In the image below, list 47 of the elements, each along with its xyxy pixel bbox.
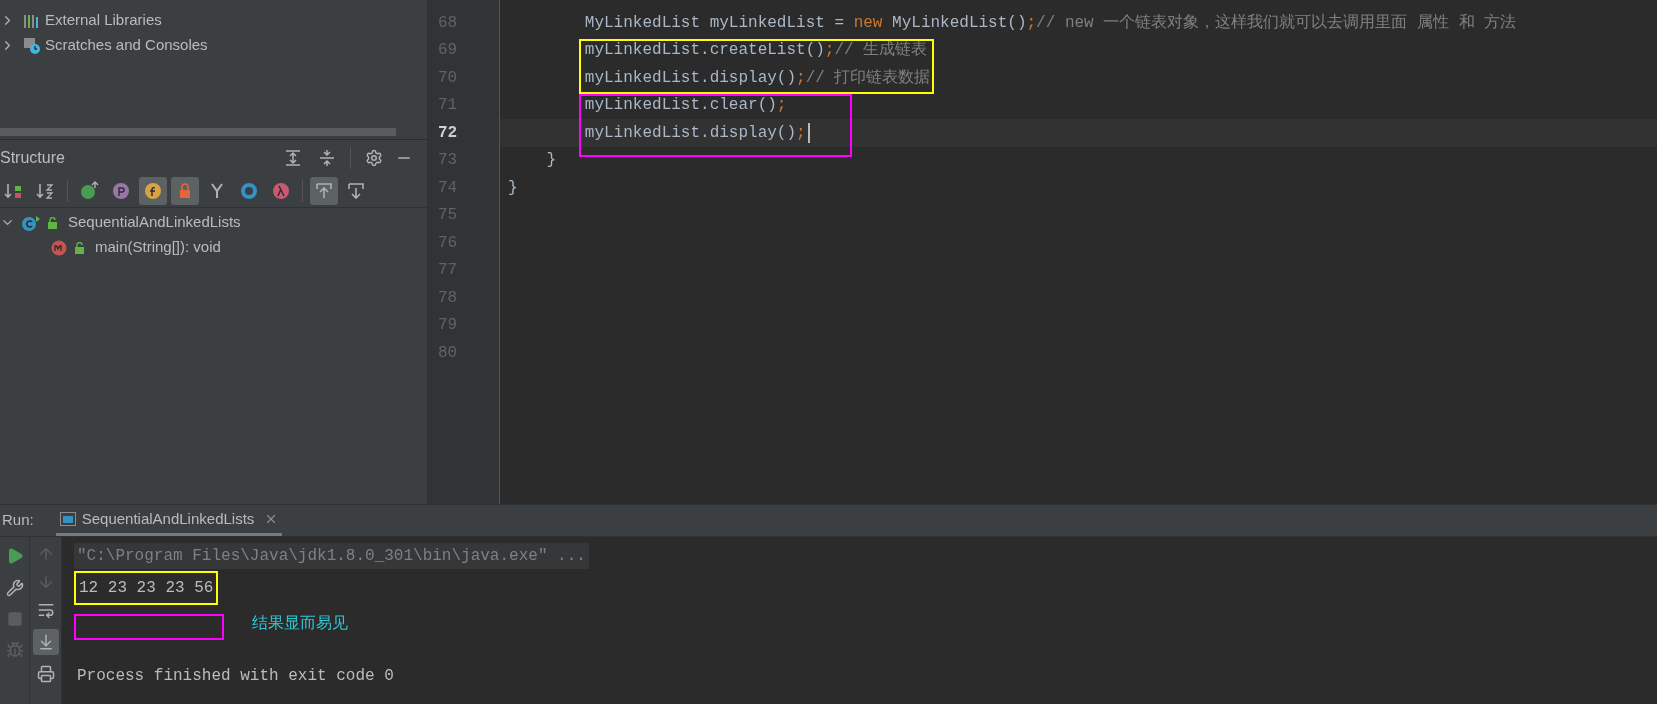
scroll-to-end-toggle[interactable] (32, 629, 59, 655)
console-command: "C:\Program Files\Java\jdk1.8.0_301\bin\java.exe" ... (74, 543, 589, 569)
console-window-icon (59, 512, 76, 526)
soft-wrap-icon[interactable] (36, 601, 55, 619)
code-line: myLinkedList.display();// 打印链表数据 (583, 67, 931, 89)
annotation-text: 结果显而易见 (252, 612, 348, 634)
sort-visibility-icon (4, 181, 24, 200)
library-icon (23, 12, 41, 29)
lock-icon (47, 216, 58, 229)
method-icon (50, 238, 68, 257)
code-line: myLinkedList.createList();// 生成链表 (583, 40, 928, 62)
properties-icon (112, 181, 130, 200)
text-caret (807, 122, 810, 143)
tab-label: SequentialAndLinkedLists (81, 508, 255, 529)
structure-item[interactable]: main(String[]): void (95, 236, 221, 259)
code-line: } (508, 177, 518, 199)
line-number: 72 (438, 122, 458, 144)
autoscroll-to-source-icon (315, 181, 333, 200)
structure-item[interactable]: SequentialAndLinkedLists (68, 211, 241, 234)
print-icon[interactable] (36, 665, 55, 683)
fields-icon (144, 181, 162, 200)
run-label: Run: (1, 510, 35, 531)
settings-icon[interactable] (365, 149, 383, 167)
fields-toggle[interactable] (139, 176, 167, 205)
tree-item[interactable]: Scratches and Consoles (45, 34, 208, 57)
code-line: MyLinkedList myLinkedList = new MyLinkedList();// new 一个链表对象，这样我们就可以去调用里面 属性 和 方法 (583, 12, 1517, 34)
lambda-icon (272, 181, 290, 200)
tree-item[interactable]: External Libraries (45, 9, 162, 32)
code-line: myLinkedList.clear(); (583, 95, 787, 117)
panel-title: Structure (0, 148, 66, 168)
class-icon (21, 213, 41, 232)
inherited-icon (79, 180, 99, 201)
sort-alphabetically-icon (36, 181, 56, 200)
wrench-icon[interactable] (5, 579, 24, 597)
non-public-icon (178, 182, 192, 199)
code-line: } (545, 150, 556, 172)
console-output: 12 23 23 23 56 (74, 571, 219, 605)
non-public-toggle[interactable] (171, 176, 199, 205)
scrollbar[interactable] (0, 128, 396, 136)
lock-icon (74, 241, 85, 254)
autoscroll-to-source-toggle[interactable] (310, 176, 338, 205)
collapse-all-icon[interactable] (318, 149, 336, 167)
console-output: Process finished with exit code 0 (76, 666, 395, 687)
code-line: myLinkedList.display(); (508, 120, 810, 145)
expand-all-icon[interactable] (284, 149, 302, 167)
autoscroll-from-source-icon (347, 181, 365, 200)
console-clock-icon (23, 36, 41, 55)
